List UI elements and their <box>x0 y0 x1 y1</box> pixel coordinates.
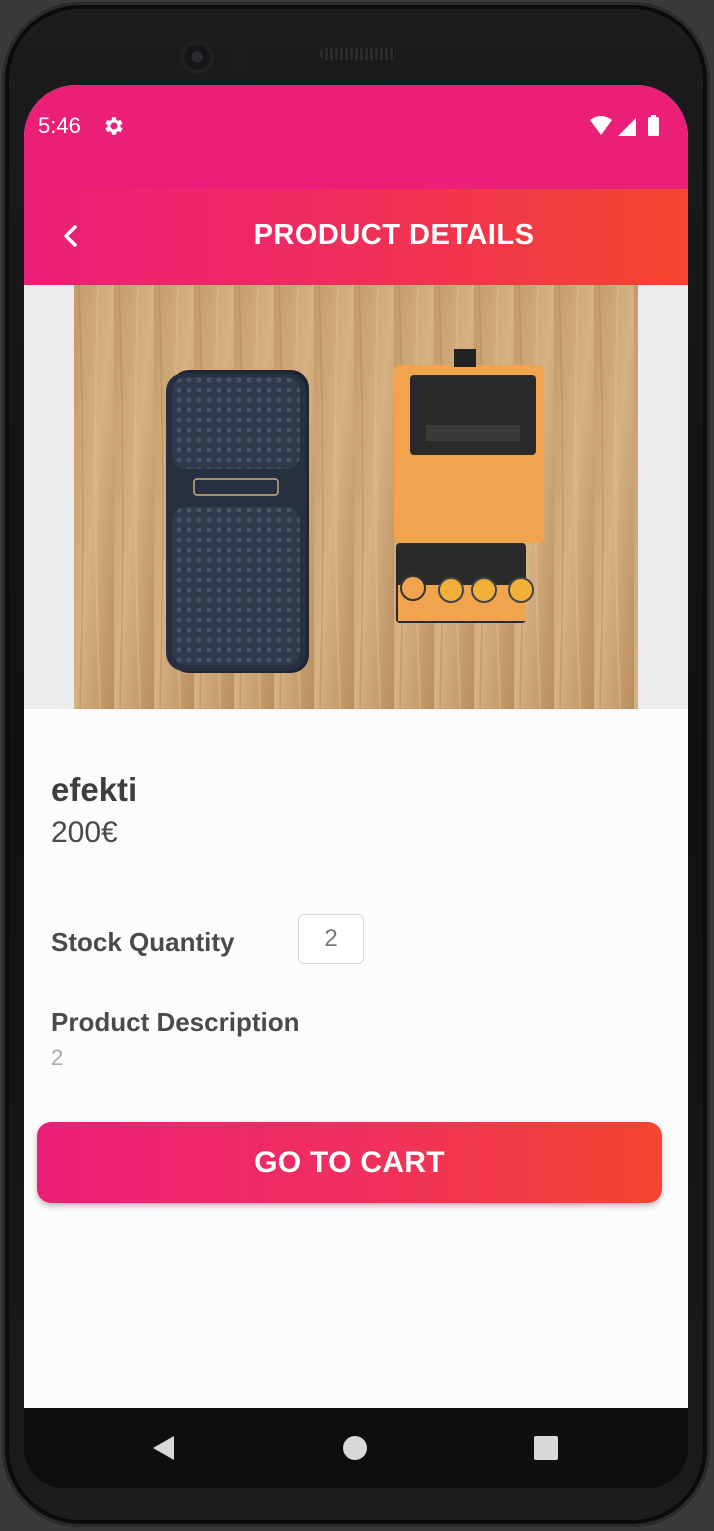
front-camera <box>180 40 214 74</box>
product-name: efekti <box>51 771 138 808</box>
wifi-icon <box>590 116 612 135</box>
status-bar: 5:46 <box>24 85 688 189</box>
app-bar: PRODUCT DETAILS <box>24 189 688 285</box>
product-image-container <box>24 285 688 709</box>
system-nav-bar <box>24 1408 688 1488</box>
app-screen: 5:46 PRODUCT DETAILS efekti 200€ Stock Q… <box>24 85 688 1460</box>
product-price: 200€ <box>51 816 118 849</box>
back-button[interactable] <box>50 215 92 257</box>
settings-gear-icon <box>105 117 123 135</box>
status-icons <box>590 115 659 136</box>
battery-icon <box>648 117 659 136</box>
recents-square-icon[interactable] <box>534 1436 558 1460</box>
proximity-sensor <box>232 40 248 74</box>
go-to-cart-button[interactable]: GO TO CART <box>37 1122 662 1203</box>
product-description-label: Product Description <box>51 1007 300 1037</box>
chevron-left-icon <box>64 225 77 247</box>
product-description-value: 2 <box>51 1045 64 1070</box>
back-triangle-icon[interactable] <box>150 1434 176 1462</box>
stock-quantity-field[interactable] <box>298 914 364 964</box>
stock-quantity-label: Stock Quantity <box>51 927 235 957</box>
product-image <box>74 285 638 709</box>
page-title: PRODUCT DETAILS <box>253 219 535 251</box>
status-time: 5:46 <box>38 113 81 138</box>
home-circle-icon[interactable] <box>342 1435 368 1461</box>
earpiece-speaker <box>320 48 396 60</box>
